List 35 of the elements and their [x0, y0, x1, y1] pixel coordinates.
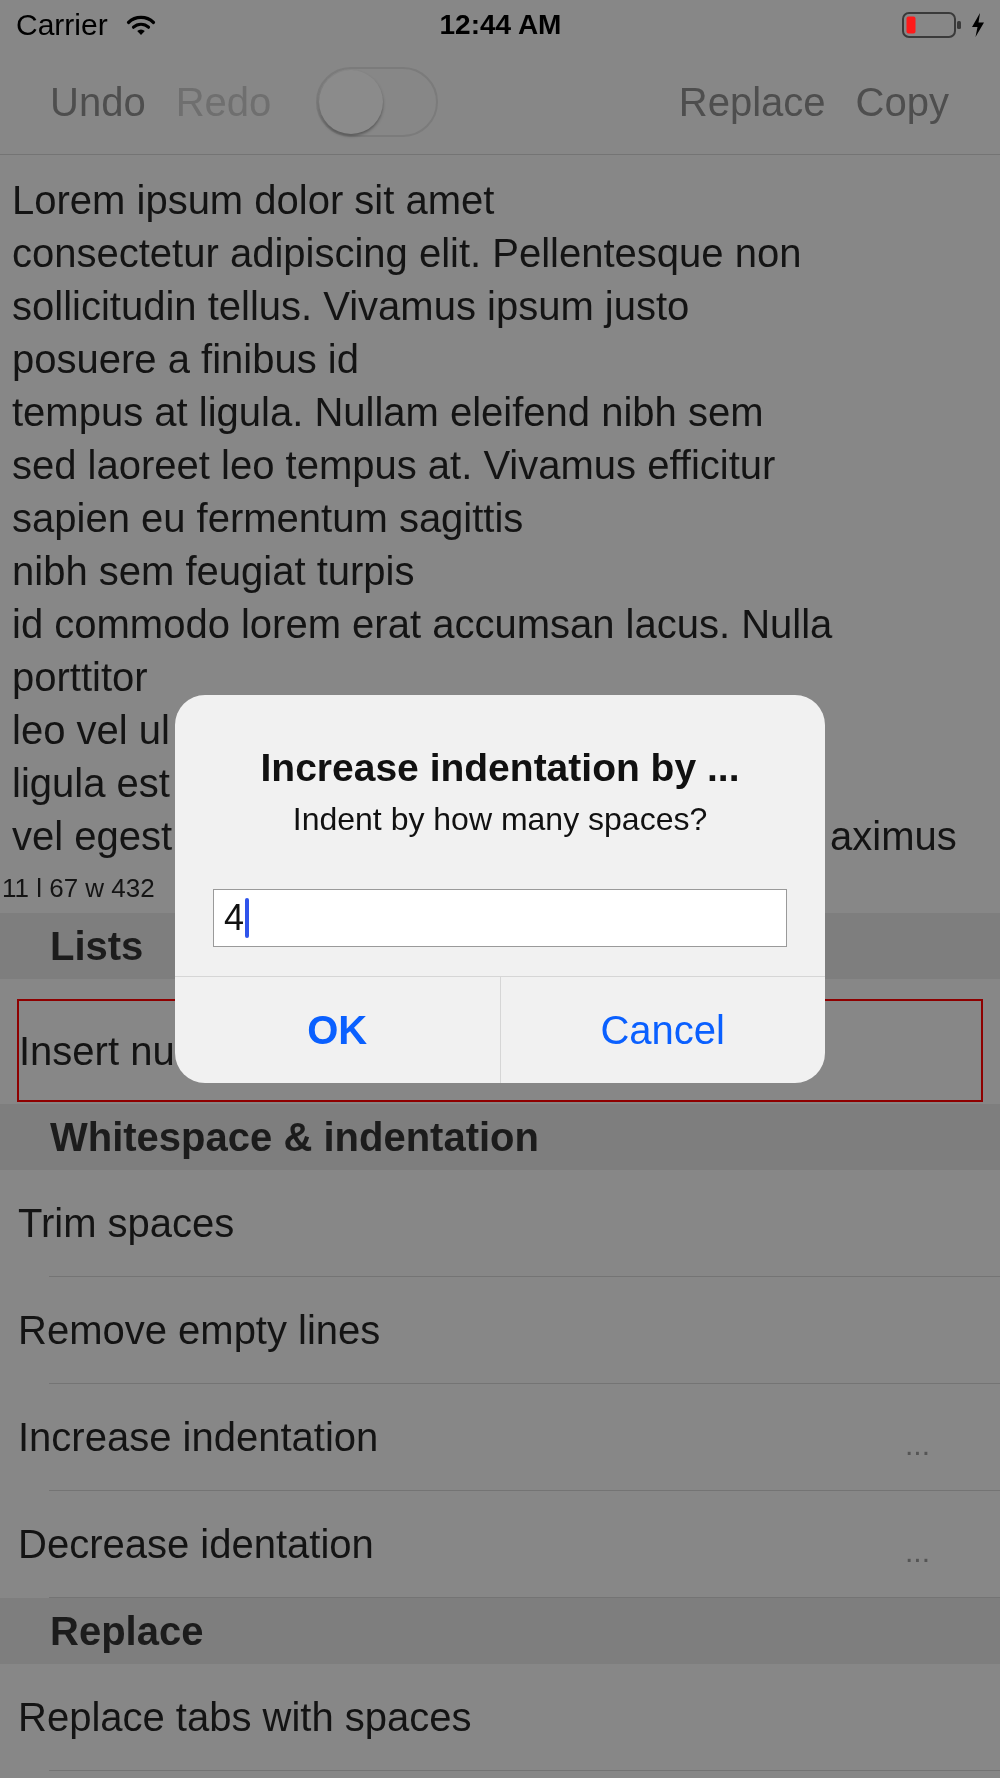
dialog-button[interactable]: OK [175, 977, 500, 1083]
dialog-title: Increase indentation by ... [259, 745, 741, 791]
word-count: 11 l 67 w 432 [1, 874, 155, 902]
wifi-icon [125, 14, 156, 36]
text-line: sapien eu fermentum sagittis [12, 496, 524, 540]
list-item[interactable]: Increase indentation ... [0, 1384, 1000, 1490]
text-line: posuere a finibus id [12, 337, 359, 381]
carrier-name: Carrier [16, 8, 108, 42]
charging-bolt-icon [971, 13, 985, 37]
text-line: consectetur adipiscing elit. Pellentesque non [12, 231, 802, 275]
dialog-button[interactable]: Cancel [499, 977, 825, 1083]
section-header: Replace [0, 1598, 1000, 1664]
more-indicator: ... [905, 1430, 930, 1460]
text-line: aximus [830, 813, 957, 860]
list-item[interactable]: Decrease identation ... [0, 1491, 1000, 1597]
clock-time: 12:44 AM [439, 8, 562, 42]
list-item[interactable]: Remove empty lines [0, 1277, 1000, 1383]
text-line: sed laoreet leo tempus at. Vivamus efficitur [12, 443, 776, 487]
cursor-icon [245, 898, 250, 938]
text-line: nibh sem feugiat turpis [12, 549, 415, 593]
text-line: leo vel ul [12, 708, 170, 752]
text-line: ligula est [12, 761, 170, 805]
dialog-message: Indent by how many spaces? [291, 800, 709, 839]
text-line: tempus at ligula. Nullam eleifend nibh sem [12, 390, 764, 434]
section-header: Whitespace & indentation [0, 1104, 1000, 1170]
text-line: sollicitudin tellus. Vivamus ipsum justo [12, 284, 690, 328]
text-field[interactable]: 4 [213, 889, 787, 947]
battery-icon [902, 12, 962, 38]
text-line: vel egest [12, 813, 173, 860]
list-item[interactable]: Replace tabs with spaces [0, 1664, 1000, 1770]
more-indicator: ... [905, 1537, 930, 1567]
text-line: Lorem ipsum dolor sit amet [12, 178, 495, 222]
list-item[interactable]: Trim spaces [0, 1170, 1000, 1276]
text-line: porttitor [12, 655, 148, 699]
text-line: id commodo lorem erat accumsan lacus. Nulla [12, 602, 833, 646]
